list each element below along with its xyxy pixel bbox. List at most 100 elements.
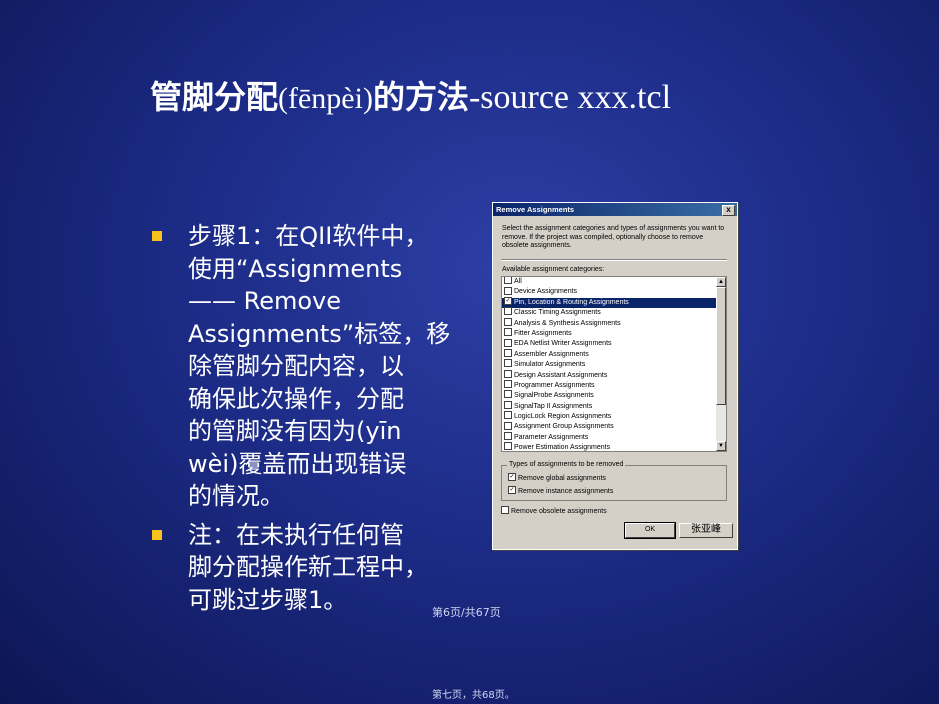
bullet-line: 注：在未执行任何管 [188,520,404,549]
divider [501,259,727,261]
bullet-line: Assignments”标签，移 [188,319,451,348]
bullet-line: 步骤1：在QII软件中， [188,222,429,250]
bullet-marker-icon [152,231,162,241]
checkbox-checked-icon[interactable]: ✓ [504,296,512,305]
list-item[interactable]: Assembler Assignments [502,348,726,360]
list-item-label: Classic Timing Assignments [514,309,601,317]
list-item-label: Fitter Assignments [514,329,572,337]
list-item-label: Device Assignments [514,288,578,296]
checkbox-icon[interactable] [504,328,512,337]
bullet-list: 步骤1：在QII软件中， 使用“Assignments —— Remove As… [148,220,458,616]
checkbox-checked-icon[interactable]: ✓ [508,473,516,481]
title-cn: 管脚分配 [150,78,279,116]
checkbox-icon[interactable] [504,277,512,285]
list-item-label: Simulator Assignments [514,361,586,369]
list-item-label: Design Assistant Assignments [514,371,608,379]
remove-global-label: Remove global assignments [518,474,606,482]
list-item-label: LogicLock Region Assignments [514,413,612,421]
list-item-label: Assignment Group Assignments [514,423,614,431]
bullet-line: 可跳过步骤1。 [188,585,348,614]
title-pinyin: (fēnpèi) [278,82,373,115]
list-item[interactable]: Analysis & Synthesis Assignments [502,317,726,329]
checkbox-icon[interactable] [504,390,512,399]
remove-instance-label: Remove instance assignments [518,487,614,495]
bullet-line: wèi)覆盖而出现错误 [188,449,407,478]
bullet-line: 使用“Assignments [188,254,403,283]
remove-obsolete-option[interactable]: Remove obsolete assignments [501,506,607,515]
checkbox-icon[interactable] [504,286,512,295]
list-item-label: Analysis & Synthesis Assignments [514,319,621,327]
checkbox-icon[interactable] [504,338,512,347]
list-item[interactable]: Power Estimation Assignments [502,442,726,452]
bullet-line: 的管脚没有因为(yīn [188,417,402,445]
close-icon[interactable]: x [722,205,735,216]
checkbox-icon[interactable] [504,307,512,316]
list-item-label: SignalProbe Assignments [514,392,594,400]
list-item[interactable]: EDA Netlist Writer Assignments [502,338,726,349]
list-item[interactable]: SignalProbe Assignments [502,390,726,401]
title-cn2: 的方法 [372,78,469,116]
list-scrollbar[interactable]: ▲ ▼ [716,277,726,451]
checkbox-icon[interactable] [504,432,512,441]
list-item[interactable]: Parameter Assignments [502,432,726,443]
list-item[interactable]: Design Assistant Assignments [502,369,726,381]
scroll-up-icon[interactable]: ▲ [716,277,726,287]
list-item[interactable]: Programmer Assignments [502,380,726,391]
types-group-label: Types of assignments to be removed [507,461,626,468]
bullet-line: 的情况。 [188,482,284,510]
list-item[interactable]: Device Assignments [502,286,726,297]
list-item[interactable]: All [502,277,726,287]
checkbox-icon[interactable] [504,421,512,430]
slide-title: 管脚分配(fēnpèi)的方法-source xxx.tcl [150,72,671,118]
bullet-item: 步骤1：在QII软件中， 使用“Assignments —— Remove As… [148,220,458,513]
checkbox-icon[interactable] [504,442,512,451]
checkbox-icon[interactable] [504,369,512,378]
checkbox-icon[interactable] [504,359,512,368]
list-item-label: Parameter Assignments [514,433,589,441]
list-item[interactable]: SignalTap II Assignments [502,400,726,412]
page-indicator: 第6页/共67页 [432,606,501,619]
list-item-label: SignalTap II Assignments [514,402,593,410]
bullet-line: 脚分配操作新工程中， [188,553,428,581]
bullet-line: 确保此次操作，分配 [188,384,404,413]
bullet-marker-icon [152,529,162,540]
categories-label: Available assignment categories: [502,266,605,273]
list-item[interactable]: Fitter Assignments [502,328,726,339]
list-item[interactable]: LogicLock Region Assignments [502,411,726,422]
checkbox-checked-icon[interactable]: ✓ [508,486,516,494]
list-item-label: Power Estimation Assignments [514,444,611,452]
checkbox-icon[interactable] [504,348,512,357]
cancel-button[interactable]: 张亚峰 [679,523,733,538]
bullet-line: —— Remove [188,287,342,315]
title-tail: -source xxx.tcl [468,79,672,116]
categories-list[interactable]: All Device Assignments ✓ Pin, Location & Ro… [501,276,727,452]
dialog-titlebar: Remove Assignments x [493,203,737,216]
checkbox-icon[interactable] [504,400,512,409]
bullet-item: 注：在未执行任何管 脚分配操作新工程中， 可跳过步骤1。 [148,519,458,617]
checkbox-icon[interactable] [501,506,509,514]
footer-text: 第七页，共68页。 [432,690,515,701]
list-item-label: Assembler Assignments [514,350,589,358]
list-item-label: Pin, Location & Routing Assignments [514,298,629,306]
checkbox-icon[interactable] [504,380,512,389]
list-item[interactable]: ✓ Pin, Location & Routing Assignments [502,296,726,309]
remove-instance-option[interactable]: ✓ Remove instance assignments [508,486,614,495]
checkbox-icon[interactable] [504,411,512,420]
checkbox-icon[interactable] [504,317,512,326]
remove-obsolete-label: Remove obsolete assignments [511,507,607,515]
list-item[interactable]: Assignment Group Assignments [502,421,726,432]
list-item[interactable]: Classic Timing Assignments [502,307,726,318]
remove-global-option[interactable]: ✓ Remove global assignments [508,473,606,482]
list-item-label: Programmer Assignments [514,381,595,389]
scroll-thumb[interactable] [716,287,726,405]
dialog-description: Select the assignment categories and typ… [502,225,725,249]
scroll-down-icon[interactable]: ▼ [716,441,726,451]
ok-button[interactable]: OK [624,522,676,539]
list-item-label: All [514,278,522,285]
list-item[interactable]: Simulator Assignments [502,359,726,370]
types-group: Types of assignments to be removed ✓ Remo… [501,461,727,501]
list-item-label: EDA Netlist Writer Assignments [514,340,612,348]
dialog-title: Remove Assignments [496,205,575,214]
bullet-line: 除管脚分配内容，以 [188,352,404,380]
remove-assignments-dialog: Remove Assignments x Select the assignme… [492,202,738,550]
